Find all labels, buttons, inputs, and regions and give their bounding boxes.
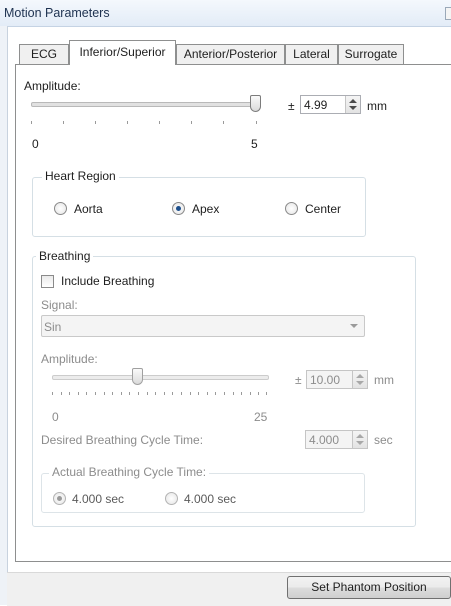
breathing-amplitude-spinbox[interactable]: 10.00 bbox=[306, 370, 368, 389]
spin-down-icon[interactable] bbox=[356, 381, 364, 385]
tab-lateral[interactable]: Lateral bbox=[285, 44, 338, 64]
breathing-amplitude-value[interactable]: 10.00 bbox=[310, 373, 340, 387]
amplitude-min-label: 0 bbox=[32, 137, 39, 151]
tab-label: Lateral bbox=[293, 47, 330, 61]
tab-label: ECG bbox=[30, 47, 57, 61]
radio-center[interactable] bbox=[285, 202, 298, 215]
amplitude-spin-buttons[interactable] bbox=[345, 96, 360, 113]
breathing-amplitude-min-label: 0 bbox=[52, 410, 59, 424]
heart-region-legend: Heart Region bbox=[42, 169, 119, 183]
amplitude-slider-thumb[interactable] bbox=[250, 95, 261, 112]
breathing-amplitude-slider-track[interactable] bbox=[52, 375, 269, 380]
desired-cycle-unit: sec bbox=[374, 433, 393, 447]
set-phantom-position-label: Set Phantom Position bbox=[311, 580, 427, 594]
amplitude-slider-track[interactable] bbox=[31, 102, 259, 107]
signal-value: Sin bbox=[44, 320, 62, 334]
breathing-legend: Breathing bbox=[36, 249, 94, 263]
amplitude-label: Amplitude: bbox=[24, 79, 81, 93]
tab-inferior-superior[interactable]: Inferior/Superior bbox=[69, 40, 176, 65]
radio-actual-cycle-2[interactable] bbox=[165, 492, 178, 505]
amplitude-ticks bbox=[31, 121, 257, 124]
desired-cycle-spinbox[interactable]: 4.000 bbox=[305, 430, 368, 449]
chevron-down-icon[interactable] bbox=[350, 324, 358, 328]
radio-center-label[interactable]: Center bbox=[305, 202, 341, 216]
tab-anterior-posterior[interactable]: Anterior/Posterior bbox=[176, 44, 285, 64]
spin-down-icon[interactable] bbox=[356, 441, 364, 445]
breathing-amplitude-slider-thumb[interactable] bbox=[132, 368, 143, 385]
breathing-amplitude-unit: mm bbox=[374, 373, 394, 387]
desired-cycle-spin-buttons[interactable] bbox=[352, 431, 367, 448]
radio-apex-label[interactable]: Apex bbox=[192, 202, 219, 216]
set-phantom-position-button[interactable]: Set Phantom Position bbox=[287, 576, 451, 599]
include-breathing-label[interactable]: Include Breathing bbox=[61, 274, 154, 288]
actual-cycle-legend: Actual Breathing Cycle Time: bbox=[49, 465, 210, 479]
radio-aorta-label[interactable]: Aorta bbox=[74, 202, 103, 216]
breathing-amplitude-ticks bbox=[52, 392, 267, 395]
tab-surrogate[interactable]: Surrogate bbox=[338, 44, 404, 64]
tab-label: Surrogate bbox=[344, 47, 398, 61]
include-breathing-checkbox[interactable] bbox=[41, 275, 54, 288]
breathing-amplitude-plus-minus: ± bbox=[295, 373, 302, 387]
panel-title-bar: Motion Parameters bbox=[0, 0, 451, 27]
breathing-amplitude-spin-buttons[interactable] bbox=[352, 371, 367, 388]
spin-up-icon[interactable] bbox=[349, 99, 357, 103]
tab-label: Anterior/Posterior bbox=[183, 47, 278, 61]
radio-apex[interactable] bbox=[172, 202, 185, 215]
radio-actual-cycle-1[interactable] bbox=[53, 492, 66, 505]
desired-cycle-label: Desired Breathing Cycle Time: bbox=[41, 433, 204, 447]
breathing-amplitude-label: Amplitude: bbox=[41, 352, 98, 366]
pin-icon[interactable] bbox=[445, 7, 451, 20]
desired-cycle-value[interactable]: 4.000 bbox=[309, 433, 339, 447]
amplitude-plus-minus: ± bbox=[288, 99, 295, 113]
tab-ecg[interactable]: ECG bbox=[19, 44, 69, 64]
actual-cycle-2-label: 4.000 sec bbox=[184, 492, 237, 506]
actual-cycle-1-label: 4.000 sec bbox=[72, 492, 125, 506]
tab-label: Inferior/Superior bbox=[79, 45, 166, 59]
amplitude-unit: mm bbox=[367, 99, 387, 113]
signal-label: Signal: bbox=[41, 298, 78, 312]
panel-title: Motion Parameters bbox=[4, 6, 110, 20]
amplitude-max-label: 5 bbox=[251, 137, 258, 151]
panel-left-frame bbox=[0, 26, 8, 605]
spin-up-icon[interactable] bbox=[356, 434, 364, 438]
spin-down-icon[interactable] bbox=[349, 106, 357, 110]
breathing-amplitude-max-label: 25 bbox=[254, 410, 268, 424]
amplitude-value[interactable]: 4.99 bbox=[304, 98, 327, 112]
amplitude-spinbox[interactable]: 4.99 bbox=[300, 95, 361, 114]
spin-up-icon[interactable] bbox=[356, 374, 364, 378]
radio-aorta[interactable] bbox=[54, 202, 67, 215]
signal-combobox[interactable]: Sin bbox=[41, 315, 365, 337]
